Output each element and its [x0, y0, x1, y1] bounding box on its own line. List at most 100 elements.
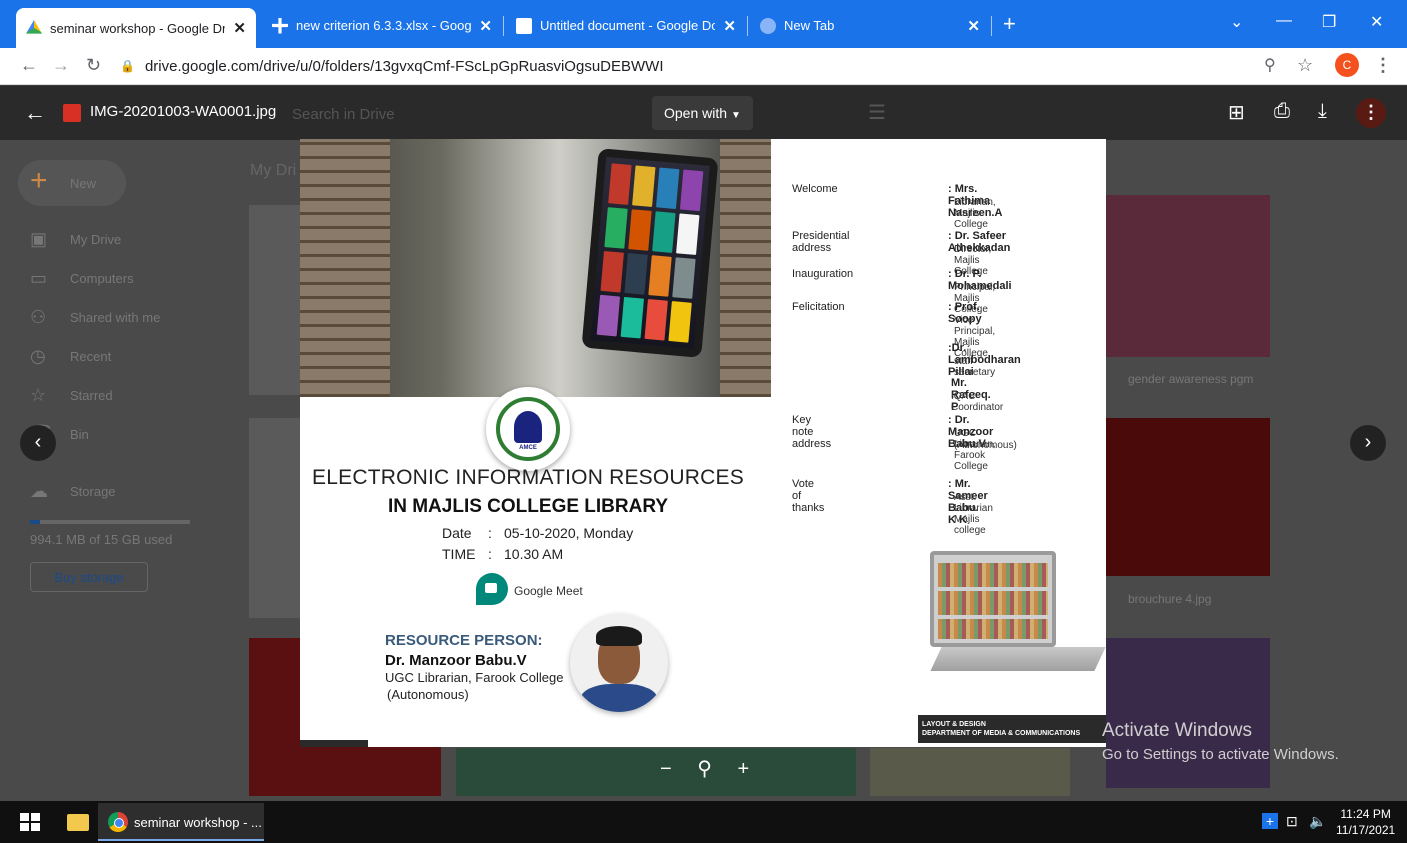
zoom-out-icon[interactable]: − [660, 758, 672, 780]
zoom-icon[interactable]: ⚲ [1264, 55, 1276, 75]
sidebar-item-bin[interactable]: Bin [70, 427, 89, 442]
add-icon[interactable]: + [1262, 813, 1278, 829]
tab-sheets[interactable]: new criterion 6.3.3.xlsx - Google Sheets… [262, 8, 502, 43]
taskbar-chrome-window[interactable]: seminar workshop - ... [98, 803, 264, 841]
date-value: 05-10-2020, Monday [504, 525, 634, 541]
google-meet-icon [476, 573, 508, 605]
restore-button[interactable]: ❐ [1322, 12, 1336, 32]
open-with-label: Open with [664, 105, 728, 121]
taskbar-chrome-label: seminar workshop - ... [134, 815, 262, 830]
resource-person-role: UGC Librarian, Farook College [385, 670, 564, 685]
new-tab-button[interactable]: + [1003, 12, 1016, 36]
time-value: 10.30 AM [504, 546, 564, 562]
tab-docs[interactable]: Untitled document - Google Docs ✕ [506, 8, 746, 43]
ebook-cover [656, 167, 680, 210]
sidebar-item-computers[interactable]: Computers [70, 271, 134, 286]
clock-time: 11:24 PM [1340, 807, 1391, 821]
file-label[interactable]: brouchure 4.jpg [1128, 592, 1211, 606]
volume-icon[interactable]: 🔈 [1309, 813, 1326, 830]
resource-person-name: Dr. Manzoor Babu.V [385, 652, 527, 669]
program-role: (Autonomous) [954, 440, 1017, 451]
chrome-icon [760, 17, 776, 34]
close-window-button[interactable]: ✕ [1370, 12, 1383, 32]
file-thumbnail[interactable] [249, 418, 301, 618]
program-role: staff secretary [954, 356, 996, 378]
tab-title: New Tab [784, 18, 835, 33]
magnifier-icon: ⚲ [697, 758, 712, 780]
file-thumbnail[interactable] [1106, 418, 1270, 576]
search-input[interactable]: Search in Drive [292, 106, 395, 123]
sidebar-item-recent[interactable]: Recent [70, 349, 111, 364]
ebook-cover [644, 298, 668, 341]
reload-icon[interactable]: ↻ [86, 55, 101, 76]
close-tab-icon[interactable]: ✕ [723, 17, 736, 35]
close-tab-icon[interactable]: ✕ [233, 19, 246, 37]
print-icon[interactable]: ⎙ [1274, 100, 1290, 123]
activate-windows-subtitle: Go to Settings to activate Windows. [1102, 746, 1339, 763]
add-to-drive-icon[interactable]: ⊞ [1228, 100, 1245, 125]
profile-avatar[interactable]: C [1335, 53, 1359, 77]
next-image-button[interactable]: › [1350, 425, 1386, 461]
program-role: IQAC Coordinator [951, 391, 1004, 413]
menu-icon[interactable]: ⋮ [1374, 55, 1392, 76]
sidebar-item-storage[interactable]: Storage [70, 484, 116, 499]
tab-separator [747, 16, 748, 36]
download-icon[interactable]: ⤓ [1318, 100, 1327, 123]
storage-bar-fill [30, 520, 40, 524]
date-key: Date [442, 525, 472, 541]
file-thumbnail[interactable] [1106, 195, 1270, 357]
laptop-illustration [930, 551, 1106, 677]
file-explorer-icon[interactable] [67, 814, 89, 831]
design-credit-line2: DEPARTMENT OF MEDIA & COMMUNICATIONS [922, 730, 1081, 737]
poster-title-line1: ELECTRONIC INFORMATION RESOURCES [312, 466, 744, 489]
zoom-in-icon[interactable]: + [737, 758, 749, 780]
my-drive-header: My Dri [250, 162, 297, 179]
drive-icon: ▣ [30, 229, 48, 249]
minimize-button[interactable]: — [1276, 12, 1292, 30]
filter-icon: ☰ [868, 102, 886, 124]
sidebar-item-shared[interactable]: Shared with me [70, 310, 160, 325]
ebook-cover [624, 253, 648, 295]
windows-start-icon[interactable] [20, 813, 40, 831]
more-actions-button[interactable]: ⋮ [1356, 98, 1386, 128]
image-file-icon [63, 104, 81, 122]
tab-separator [503, 16, 504, 36]
system-clock[interactable]: 11:24 PM 11/17/2021 [1336, 806, 1395, 838]
tab-drive[interactable]: seminar workshop - Google Drive ✕ [16, 8, 256, 48]
close-tab-icon[interactable]: ✕ [479, 17, 492, 35]
sidebar-item-starred[interactable]: Starred [70, 388, 113, 403]
ebook-cover [600, 250, 624, 293]
back-icon[interactable]: ← [20, 55, 38, 76]
college-logo: AMCE [486, 387, 570, 471]
lock-icon: 🔒 [120, 59, 135, 73]
open-with-button[interactable]: Open with ▼ [652, 96, 753, 130]
ebook-cover [596, 294, 621, 337]
ebook-cover [652, 211, 676, 253]
previous-image-button[interactable]: ‹ [20, 425, 56, 461]
bookmark-star-icon[interactable]: ☆ [1297, 55, 1313, 76]
new-button-label: New [70, 176, 97, 191]
program-role: Asst. Librarian Majlis college [954, 492, 993, 536]
network-icon[interactable]: ⊡ [1286, 813, 1298, 830]
file-thumbnail[interactable] [456, 748, 856, 796]
file-thumbnail[interactable] [870, 748, 1070, 796]
file-thumbnail[interactable] [249, 205, 301, 395]
address-bar[interactable]: 🔒 drive.google.com/drive/u/0/folders/13g… [120, 52, 1270, 80]
logo-text: AMCE [519, 445, 537, 451]
clock-icon: ◷ [30, 346, 46, 366]
file-label[interactable]: gender awareness pgm [1128, 372, 1253, 386]
tab-search-icon[interactable]: ⌄ [1230, 12, 1243, 32]
google-drive-icon [26, 20, 42, 34]
file-thumbnail[interactable] [1106, 638, 1270, 788]
ebook-cover [648, 255, 672, 297]
sidebar-item-my-drive[interactable]: My Drive [70, 232, 121, 247]
close-viewer-icon[interactable]: ← [24, 100, 46, 126]
ebook-cover [608, 163, 632, 205]
cloud-icon: ☁ [30, 481, 48, 501]
forward-icon[interactable]: → [52, 55, 70, 76]
buy-storage-button[interactable]: Buy storage [30, 562, 148, 592]
program-label: Vote of thanks [792, 478, 825, 514]
tab-new-tab[interactable]: New Tab ✕ [750, 8, 990, 43]
close-tab-icon[interactable]: ✕ [967, 17, 980, 35]
tab-separator [991, 16, 992, 36]
